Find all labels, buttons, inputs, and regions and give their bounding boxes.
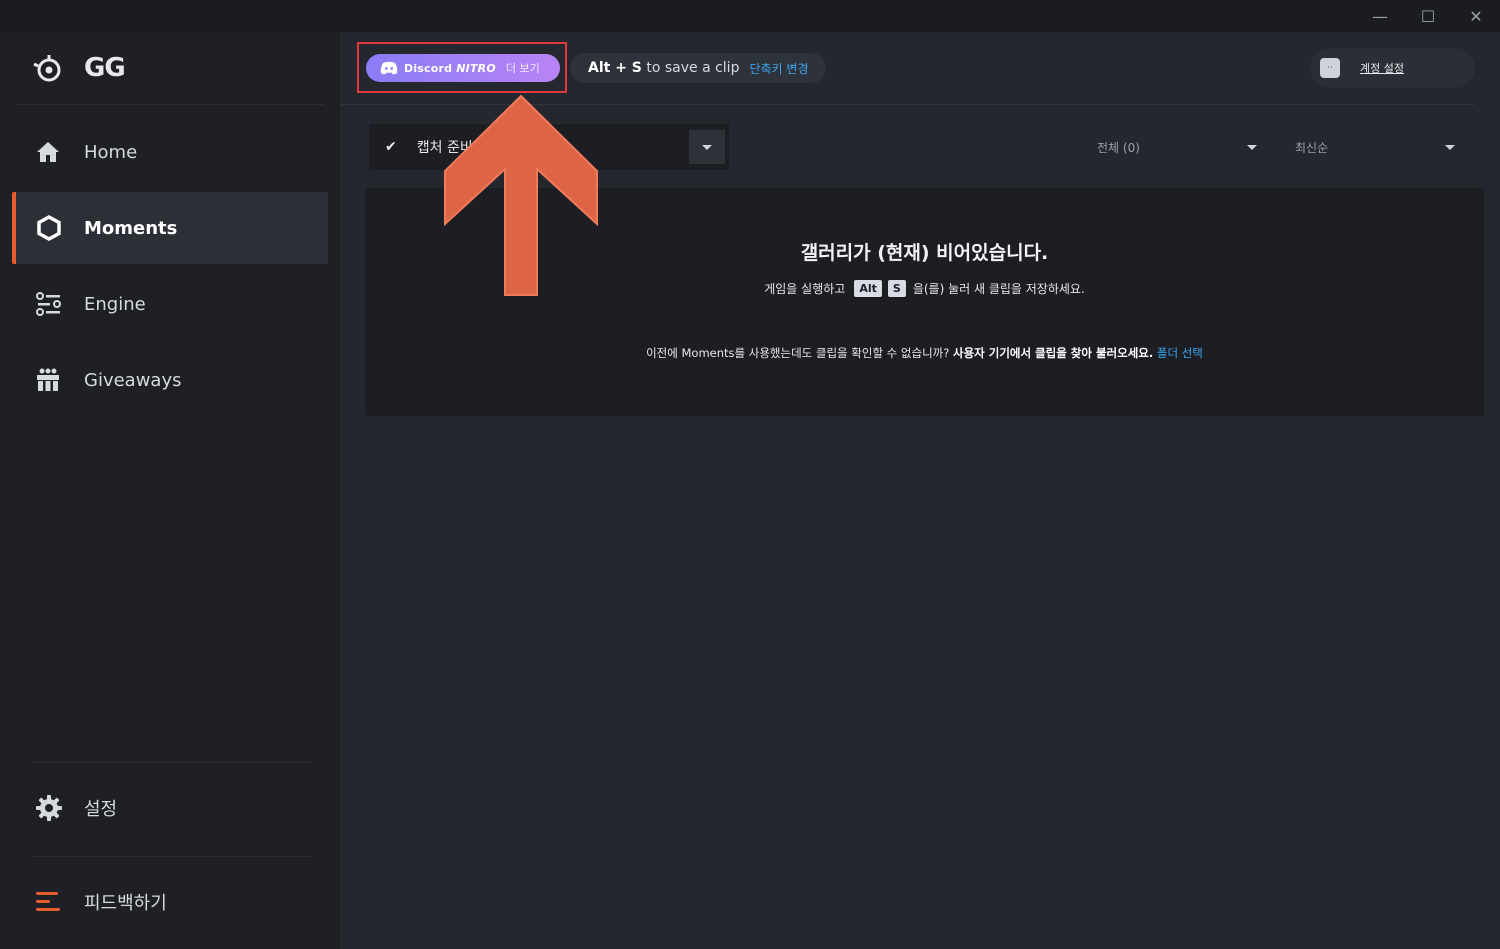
- sidebar-item-label: Moments: [84, 217, 178, 239]
- sidebar-item-label: 설정: [84, 799, 118, 820]
- sidebar-divider: [30, 856, 312, 857]
- sidebar-item-label: Engine: [84, 293, 146, 315]
- sidebar-item-label: Home: [84, 141, 138, 163]
- annotation-arrow-icon: [444, 94, 598, 296]
- instruction-text: 을(를) 눌러 새 클립을 저장하세요.: [912, 282, 1085, 296]
- chevron-down-icon: [702, 144, 712, 150]
- check-icon: ✔: [385, 139, 397, 155]
- sort-label: 최신순: [1295, 140, 1329, 155]
- import-clips-note: 이전에 Moments를 사용했는데도 클립을 확인할 수 없습니까? 사용자 …: [365, 345, 1484, 361]
- close-button[interactable]: ✕: [1452, 0, 1500, 32]
- sidebar-divider: [16, 104, 324, 105]
- s-key-badge: S: [887, 280, 906, 297]
- account-settings-label: 계정 설정: [1360, 62, 1404, 75]
- discord-icon: [380, 61, 398, 75]
- chevron-down-icon: [1247, 145, 1257, 150]
- minimize-button[interactable]: —: [1356, 0, 1404, 32]
- minimize-icon: —: [1372, 6, 1388, 26]
- chevron-down-icon: [1445, 145, 1455, 150]
- app-logo-text: GG: [84, 53, 126, 83]
- maximize-button[interactable]: ☐: [1404, 0, 1452, 32]
- sidebar-item-label: Giveaways: [84, 369, 182, 391]
- game-filter-select[interactable]: 전체 (0): [1097, 132, 1257, 162]
- sidebar-item-settings[interactable]: 설정: [12, 772, 328, 844]
- nitro-more-label: 더 보기: [505, 62, 540, 75]
- change-shortcut-link[interactable]: 단축키 변경: [749, 60, 808, 77]
- engine-sliders-icon: [36, 292, 84, 316]
- hint-text: to save a clip: [641, 60, 740, 76]
- title-bar: — ☐ ✕: [0, 0, 1500, 32]
- app-logo[interactable]: GG: [32, 52, 126, 84]
- discord-nitro-button[interactable]: Discord NITRO 더 보기: [366, 54, 560, 82]
- moments-hex-icon: [36, 215, 84, 241]
- sidebar-item-home[interactable]: Home: [12, 116, 328, 188]
- note-text: 이전에 Moments를 사용했는데도 클립을 확인할 수 없습니까?: [646, 346, 950, 360]
- home-icon: [36, 141, 84, 163]
- instruction-text: 게임을 실행하고: [764, 282, 846, 296]
- nitro-brand-label: Discord NITRO: [404, 61, 496, 75]
- select-folder-link[interactable]: 폴더 선택: [1157, 346, 1203, 360]
- maximize-icon: ☐: [1420, 6, 1436, 26]
- sidebar-divider: [30, 762, 312, 763]
- sidebar-item-moments[interactable]: Moments: [12, 192, 328, 264]
- nitro-highlight-box: Discord NITRO 더 보기: [357, 42, 567, 93]
- sidebar: GG Home Moments Engine Giveaways 설정 피드백하…: [0, 32, 340, 949]
- avatar: ··: [1320, 58, 1340, 78]
- sort-select[interactable]: 최신순: [1295, 132, 1455, 162]
- game-filter-label: 전체 (0): [1097, 140, 1140, 155]
- sidebar-item-feedback[interactable]: 피드백하기: [12, 866, 328, 938]
- save-clip-hint: Alt + S to save a clip 단축키 변경: [570, 53, 827, 83]
- sidebar-item-label: 피드백하기: [84, 893, 167, 914]
- hint-keys: Alt + S: [588, 60, 642, 76]
- note-bold-text: 사용자 기기에서 클립을 찾아 불러오세요.: [953, 346, 1154, 360]
- feedback-lines-icon: [36, 891, 84, 913]
- gear-icon: [36, 795, 84, 821]
- steelseries-logo-icon: [33, 55, 61, 82]
- capture-status-dropdown-button[interactable]: [689, 130, 725, 164]
- account-settings-button[interactable]: ·· 계정 설정: [1310, 48, 1475, 88]
- gift-icon: [36, 368, 84, 392]
- sidebar-item-engine[interactable]: Engine: [12, 268, 328, 340]
- alt-key-badge: Alt: [854, 280, 882, 297]
- close-icon: ✕: [1469, 6, 1483, 26]
- sidebar-item-giveaways[interactable]: Giveaways: [12, 344, 328, 416]
